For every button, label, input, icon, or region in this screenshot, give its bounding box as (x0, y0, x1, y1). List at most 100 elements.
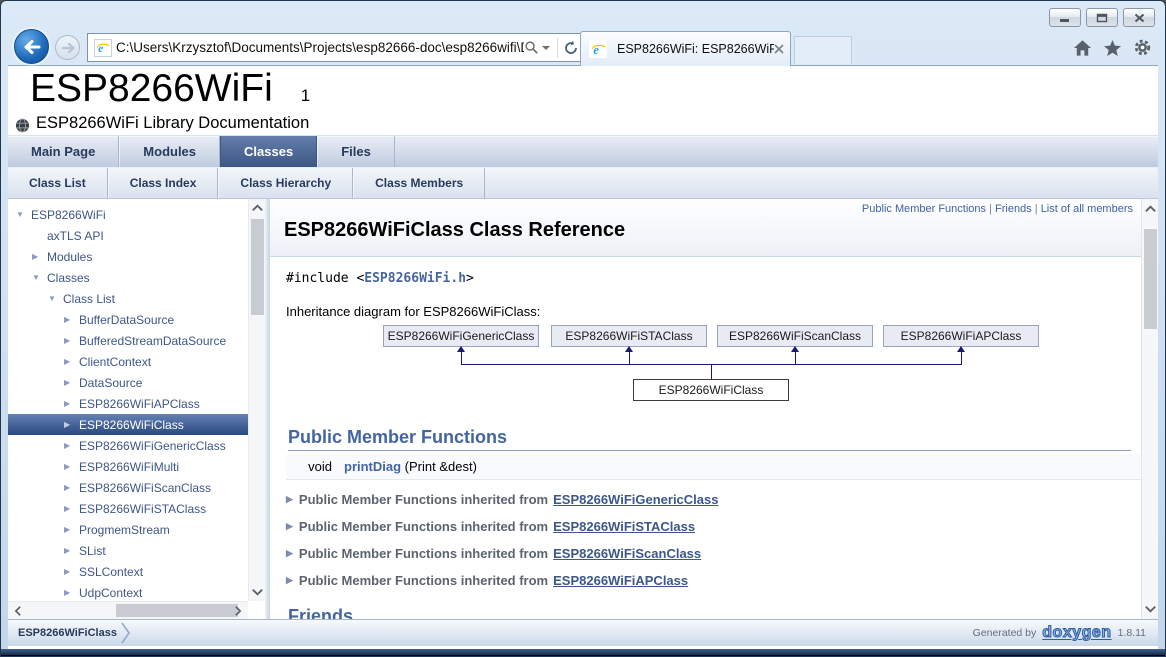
tree-item-esp8266wifimulti[interactable]: ▶ESP8266WiFiMulti (8, 456, 248, 477)
tab-classes[interactable]: Classes (220, 136, 317, 168)
doxygen-logo[interactable]: doxygen (1042, 624, 1111, 642)
inherited-class-link-esp8266wifiapclass[interactable]: ESP8266WiFiAPClass (553, 573, 688, 588)
forward-button-disabled[interactable] (55, 35, 80, 60)
tree-item-datasource[interactable]: ▶DataSource (8, 372, 248, 393)
tree-item-clientcontext[interactable]: ▶ClientContext (8, 351, 248, 372)
tab-main-page[interactable]: Main Page (8, 136, 119, 168)
tree-expanded-icon[interactable]: ▼ (16, 210, 31, 219)
breadcrumb-item[interactable]: ESP8266WiFiClass (18, 627, 117, 639)
tree-collapsed-icon[interactable]: ▶ (32, 252, 47, 261)
tree-item-esp8266wificlass[interactable]: ▶ESP8266WiFiClass (8, 414, 248, 435)
tree-item-class-list[interactable]: ▼Class List (8, 288, 248, 309)
browser-tab[interactable]: e ESP8266WiFi: ESP8266WiFi... (580, 31, 791, 66)
tree-item-bufferedstreamdatasource[interactable]: ▶BufferedStreamDataSource (8, 330, 248, 351)
tab-close-icon[interactable] (774, 44, 784, 54)
tree-item-modules[interactable]: ▶Modules (8, 246, 248, 267)
inherit-collapsed-icon[interactable]: ▶ (286, 521, 293, 532)
tree-collapsed-icon[interactable]: ▶ (64, 588, 79, 597)
tree-collapsed-icon[interactable]: ▶ (64, 462, 79, 471)
inherited-class-link-esp8266wifistaclass[interactable]: ESP8266WiFiSTAClass (553, 519, 695, 534)
home-icon[interactable] (1073, 39, 1092, 57)
tree-collapsed-icon[interactable]: ▶ (64, 525, 79, 534)
tab-modules[interactable]: Modules (119, 136, 220, 168)
inherit-collapsed-icon[interactable]: ▶ (286, 548, 293, 559)
summary-link-friends[interactable]: Friends (995, 203, 1032, 215)
diagram-node-esp8266wifigenericclass[interactable]: ESP8266WiFiGenericClass (383, 325, 539, 347)
summary-link-list-of-all-members[interactable]: List of all members (1041, 203, 1133, 215)
inherited-class-link-esp8266wifigenericclass[interactable]: ESP8266WiFiGenericClass (553, 492, 718, 507)
content-header: Public Member Functions | Friends | List… (270, 199, 1141, 257)
tab-files[interactable]: Files (317, 136, 395, 168)
close-button[interactable] (1123, 8, 1155, 27)
tree-item-esp8266wifistaclass[interactable]: ▶ESP8266WiFiSTAClass (8, 498, 248, 519)
tree-item-esp8266wifiscanclass[interactable]: ▶ESP8266WiFiScanClass (8, 477, 248, 498)
content-scroll-up-icon[interactable] (1144, 203, 1157, 215)
sidebar-hscroll-thumb[interactable] (116, 604, 238, 617)
diagram-node-child[interactable]: ESP8266WiFiClass (633, 379, 789, 401)
tree-expanded-icon[interactable]: ▼ (32, 273, 47, 282)
tree-item-axtls-api[interactable]: axTLS API (8, 225, 248, 246)
scroll-up-icon[interactable] (251, 202, 264, 214)
include-file-link[interactable]: ESP8266WiFi.h (364, 271, 466, 286)
subtab-class-members[interactable]: Class Members (353, 168, 485, 200)
url-text[interactable]: C:\Users\Krzysztof\Documents\Projects\es… (116, 40, 524, 55)
back-button[interactable] (14, 29, 49, 64)
member-link-printdiag[interactable]: printDiag (344, 459, 401, 474)
tree-item-classes[interactable]: ▼Classes (8, 267, 248, 288)
maximize-button[interactable] (1086, 8, 1118, 27)
tree-collapsed-icon[interactable]: ▶ (64, 504, 79, 513)
scroll-left-icon[interactable] (12, 605, 24, 617)
tree-expanded-icon[interactable]: ▼ (48, 294, 63, 303)
tree-collapsed-icon[interactable]: ▶ (64, 483, 79, 492)
sidebar-vscroll-thumb[interactable] (251, 219, 264, 315)
inherited-header-esp8266wifiapclass[interactable]: ▶Public Member Functions inherited fromE… (286, 573, 1141, 588)
tree-item-slist[interactable]: ▶SList (8, 540, 248, 561)
content-vertical-scrollbar[interactable] (1141, 199, 1158, 619)
inherited-class-link-esp8266wifiscanclass[interactable]: ESP8266WiFiScanClass (553, 546, 701, 561)
tree-collapsed-icon[interactable]: ▶ (64, 357, 79, 366)
subtab-class-hierarchy[interactable]: Class Hierarchy (218, 168, 353, 200)
tree-item-sslcontext[interactable]: ▶SSLContext (8, 561, 248, 582)
content-scroll-down-icon[interactable] (1144, 603, 1157, 615)
address-dropdown-caret[interactable] (542, 46, 550, 50)
content-scroll-thumb[interactable] (1144, 229, 1157, 329)
tree-collapsed-icon[interactable]: ▶ (64, 399, 79, 408)
breadcrumb[interactable]: ESP8266WiFiClass (18, 620, 131, 646)
inherited-header-esp8266wifistaclass[interactable]: ▶Public Member Functions inherited fromE… (286, 519, 1141, 534)
tree-item-esp8266wifigenericclass[interactable]: ▶ESP8266WiFiGenericClass (8, 435, 248, 456)
scroll-down-icon[interactable] (251, 586, 264, 598)
tree-collapsed-icon[interactable]: ▶ (64, 567, 79, 576)
refresh-icon[interactable] (563, 40, 579, 56)
address-bar[interactable]: e C:\Users\Krzysztof\Documents\Projects\… (87, 33, 584, 62)
inherited-header-esp8266wifiscanclass[interactable]: ▶Public Member Functions inherited fromE… (286, 546, 1141, 561)
scroll-right-icon[interactable] (232, 605, 244, 617)
sidebar-vertical-scrollbar[interactable] (248, 199, 265, 601)
inherit-collapsed-icon[interactable]: ▶ (286, 575, 293, 586)
tree-collapsed-icon[interactable]: ▶ (64, 546, 79, 555)
tree-collapsed-icon[interactable]: ▶ (64, 420, 79, 429)
browser-toolbar: e C:\Users\Krzysztof\Documents\Projects\… (8, 29, 1158, 66)
tree-item-udpcontext[interactable]: ▶UdpContext (8, 582, 248, 601)
tree-collapsed-icon[interactable]: ▶ (64, 315, 79, 324)
diagram-node-esp8266wifiscanclass[interactable]: ESP8266WiFiScanClass (717, 325, 873, 347)
tree-item-progmemstream[interactable]: ▶ProgmemStream (8, 519, 248, 540)
sidebar-horizontal-scrollbar[interactable] (8, 601, 248, 619)
new-tab-button[interactable] (794, 36, 852, 64)
tree-collapsed-icon[interactable]: ▶ (64, 378, 79, 387)
diagram-node-esp8266wifistaclass[interactable]: ESP8266WiFiSTAClass (551, 325, 707, 347)
inherit-collapsed-icon[interactable]: ▶ (286, 494, 293, 505)
settings-gear-icon[interactable] (1133, 38, 1152, 57)
subtab-class-list[interactable]: Class List (8, 168, 108, 200)
favorites-star-icon[interactable] (1103, 39, 1122, 57)
inherited-header-esp8266wifigenericclass[interactable]: ▶Public Member Functions inherited fromE… (286, 492, 1141, 507)
tree-item-esp8266wifi[interactable]: ▼ESP8266WiFi (8, 204, 248, 225)
diagram-node-esp8266wifiapclass[interactable]: ESP8266WiFiAPClass (883, 325, 1039, 347)
summary-link-public-member-functions[interactable]: Public Member Functions (862, 203, 986, 215)
tree-item-bufferdatasource[interactable]: ▶BufferDataSource (8, 309, 248, 330)
tree-collapsed-icon[interactable]: ▶ (64, 336, 79, 345)
subtab-class-index[interactable]: Class Index (108, 168, 219, 200)
tree-item-esp8266wifiapclass[interactable]: ▶ESP8266WiFiAPClass (8, 393, 248, 414)
minimize-button[interactable] (1049, 8, 1081, 27)
tree-collapsed-icon[interactable]: ▶ (64, 441, 79, 450)
address-search-icon[interactable] (524, 40, 539, 55)
